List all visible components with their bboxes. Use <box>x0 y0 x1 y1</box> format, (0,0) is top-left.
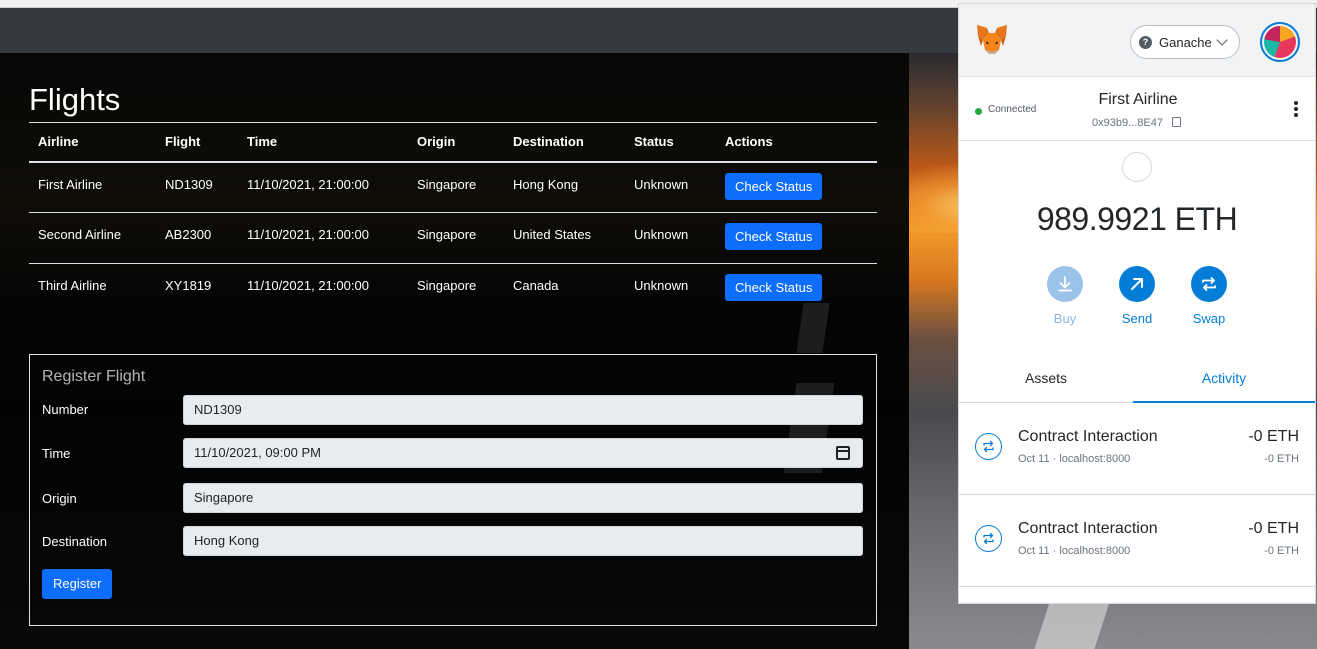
network-selector[interactable]: ? Ganache <box>1130 25 1240 59</box>
cell-flight: AB2300 <box>156 212 238 264</box>
metamask-header: ? Ganache <box>959 4 1315 77</box>
send-label: Send <box>1121 311 1153 326</box>
number-label: Number <box>42 402 89 417</box>
flights-table: Airline Flight Time Origin Destination S… <box>29 122 877 315</box>
column-header-origin: Origin <box>408 122 504 163</box>
tab-activity[interactable]: Activity <box>1133 360 1315 403</box>
calendar-icon[interactable] <box>836 446 850 460</box>
form-title: Register Flight <box>42 368 146 385</box>
cell-airline: Second Airline <box>29 212 156 264</box>
send-button[interactable]: Send <box>1107 266 1167 326</box>
cell-actions: Check Status <box>716 264 877 315</box>
copy-icon[interactable] <box>1172 117 1181 127</box>
check-status-button[interactable]: Check Status <box>725 274 823 301</box>
cell-destination: United States <box>504 212 625 264</box>
activity-item[interactable]: Contract Interaction Oct 11 · localhost:… <box>959 403 1315 495</box>
cell-flight: ND1309 <box>156 161 238 213</box>
activity-title: Contract Interaction <box>1018 520 1158 537</box>
metamask-popup: ? Ganache Connected First Airline 0x93b9… <box>958 3 1316 604</box>
destination-label: Destination <box>42 534 108 549</box>
register-flight-form: Register Flight Number ND1309 Time 11/10… <box>29 354 877 626</box>
cell-time: 11/10/2021, 21:00:00 <box>238 161 408 213</box>
column-header-flight: Flight <box>156 122 238 163</box>
balance: 989.9921 ETH <box>1036 201 1238 237</box>
tab-assets[interactable]: Assets <box>959 360 1133 403</box>
cell-time: 11/10/2021, 21:00:00 <box>238 212 408 264</box>
register-button[interactable]: Register <box>42 569 113 599</box>
network-label: Ganache <box>1159 35 1212 50</box>
cell-actions: Check Status <box>716 161 877 213</box>
cell-status: Unknown <box>625 212 716 264</box>
cell-origin: Singapore <box>417 278 477 293</box>
origin-label: Origin <box>42 491 77 506</box>
activity-subtitle: Oct 11 · localhost:8000 <box>1018 545 1131 557</box>
activity-amount: -0 ETH <box>1248 428 1299 445</box>
cell-destination: Hong Kong <box>504 161 625 213</box>
metamask-fox-icon <box>977 25 1007 54</box>
origin-input[interactable]: Singapore <box>183 483 863 513</box>
cell-flight: XY1819 <box>165 278 212 293</box>
number-input[interactable]: ND1309 <box>183 395 863 425</box>
cell-status: Unknown <box>625 161 716 213</box>
account-address[interactable]: 0x93b9...8E47 <box>1092 117 1163 129</box>
activity-amount: -0 ETH <box>1248 520 1299 537</box>
column-header-destination: Destination <box>504 122 625 163</box>
connected-status-dot <box>975 108 982 115</box>
transaction-icon <box>975 525 1002 552</box>
table-row: Second Airline AB2300 11/10/2021, 21:00:… <box>29 212 877 264</box>
column-header-status: Status <box>625 122 716 163</box>
time-label: Time <box>42 446 71 461</box>
buy-label: Buy <box>1053 311 1077 326</box>
table-row: Third Airline XY1819 11/10/2021, 21:00:0… <box>29 264 877 315</box>
swap-label: Swap <box>1192 311 1226 326</box>
cell-destination: Canada <box>513 278 559 293</box>
time-value: 11/10/2021, 09:00 PM <box>194 445 321 460</box>
transaction-icon <box>975 433 1002 460</box>
table-header-row: Airline Flight Time Origin Destination S… <box>29 122 877 163</box>
destination-input[interactable]: Hong Kong <box>183 526 863 556</box>
activity-title: Contract Interaction <box>1018 428 1158 445</box>
cell-time: 11/10/2021, 21:00:00 <box>247 278 369 293</box>
chevron-down-icon <box>1216 34 1228 46</box>
question-icon: ? <box>1139 36 1152 49</box>
arrow-up-right-icon <box>1131 278 1143 290</box>
cell-airline: Third Airline <box>38 278 107 293</box>
cell-origin: Singapore <box>408 212 504 264</box>
activity-item[interactable]: Contract Interaction Oct 11 · localhost:… <box>959 495 1315 587</box>
check-status-button[interactable]: Check Status <box>725 223 823 250</box>
column-header-actions: Actions <box>716 122 877 163</box>
activity-subtitle: Oct 11 · localhost:8000 <box>1018 453 1131 465</box>
account-avatar[interactable] <box>1260 22 1300 62</box>
activity-amount-secondary: -0 ETH <box>1264 545 1299 557</box>
table-row: First Airline ND1309 11/10/2021, 21:00:0… <box>29 161 877 213</box>
account-bar: Connected First Airline 0x93b9...8E47 <box>959 77 1315 141</box>
activity-amount-secondary: -0 ETH <box>1264 453 1299 465</box>
time-input[interactable]: 11/10/2021, 09:00 PM <box>183 438 863 468</box>
swap-button[interactable]: Swap <box>1179 266 1239 326</box>
cell-actions: Check Status <box>716 212 877 264</box>
column-header-time: Time <box>238 122 408 163</box>
column-header-airline: Airline <box>29 122 156 163</box>
metamask-tabs: Assets Activity <box>959 360 1315 403</box>
buy-button[interactable]: Buy <box>1035 266 1095 326</box>
account-name[interactable]: First Airline <box>959 91 1315 109</box>
token-icon <box>1122 152 1152 182</box>
cell-airline: First Airline <box>29 161 156 213</box>
swap-icon <box>1202 277 1216 291</box>
download-icon <box>1058 276 1072 292</box>
cell-status: Unknown <box>634 278 689 293</box>
page-title: Flights <box>29 82 121 117</box>
more-options-icon[interactable] <box>1294 101 1298 117</box>
main-content: Flights Airline Flight Time Origin Desti… <box>29 53 877 315</box>
check-status-button[interactable]: Check Status <box>725 172 823 200</box>
cell-origin: Singapore <box>408 161 504 213</box>
